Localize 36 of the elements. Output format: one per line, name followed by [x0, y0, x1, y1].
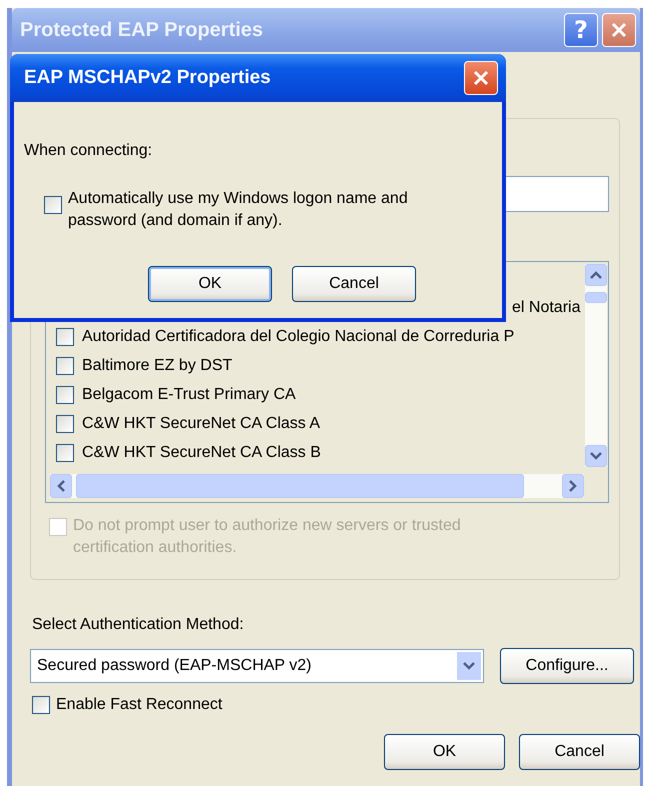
- certificate-name[interactable]: Baltimore EZ by DST: [82, 356, 232, 374]
- window-title: EAP MSCHAPv2 Properties: [24, 67, 271, 89]
- certificate-name[interactable]: C&W HKT SecureNet CA Class A: [82, 414, 320, 432]
- scroll-up-icon[interactable]: [585, 264, 607, 286]
- configure-button[interactable]: Configure...: [500, 648, 634, 684]
- scroll-thumb[interactable]: [585, 292, 607, 303]
- window-title: Protected EAP Properties: [20, 18, 264, 42]
- ok-button[interactable]: OK: [148, 266, 272, 302]
- scroll-thumb[interactable]: [76, 474, 524, 498]
- horizontal-scrollbar[interactable]: [50, 474, 584, 498]
- certificate-name[interactable]: el Notaria: [512, 298, 580, 316]
- checkbox[interactable]: [32, 696, 50, 714]
- cancel-button[interactable]: Cancel: [292, 266, 416, 302]
- method-dropdown[interactable]: Secured password (EAP-MSCHAP v2): [30, 649, 484, 683]
- close-button[interactable]: [464, 61, 498, 95]
- checkbox-label[interactable]: Enable Fast Reconnect: [56, 696, 222, 714]
- certificate-name[interactable]: C&W HKT SecureNet CA Class B: [82, 444, 321, 462]
- checkbox[interactable]: [56, 356, 74, 374]
- close-icon: [472, 69, 490, 87]
- checkbox[interactable]: [56, 444, 74, 462]
- vertical-scrollbar[interactable]: [585, 264, 607, 467]
- prompt-text: When connecting:: [24, 142, 154, 160]
- checkbox-label[interactable]: Automatically use my Windows logon name and password (and domain if any).: [68, 188, 458, 232]
- ok-button[interactable]: OK: [384, 734, 505, 770]
- checkbox[interactable]: [56, 414, 74, 432]
- checkbox[interactable]: [44, 196, 62, 214]
- scroll-right-icon[interactable]: [562, 474, 584, 498]
- checkbox[interactable]: [56, 328, 74, 346]
- close-icon: [610, 21, 628, 39]
- cancel-button[interactable]: Cancel: [519, 734, 640, 770]
- certificate-name[interactable]: Belgacom E-Trust Primary CA: [82, 386, 296, 404]
- certificate-name[interactable]: Autoridad Certificadora del Colegio Nacional de Correduria P: [82, 328, 514, 346]
- scroll-left-icon[interactable]: [50, 474, 72, 498]
- field-label: Select Authentication Method:: [32, 616, 245, 634]
- checkbox[interactable]: [56, 386, 74, 404]
- scroll-down-icon[interactable]: [585, 445, 607, 467]
